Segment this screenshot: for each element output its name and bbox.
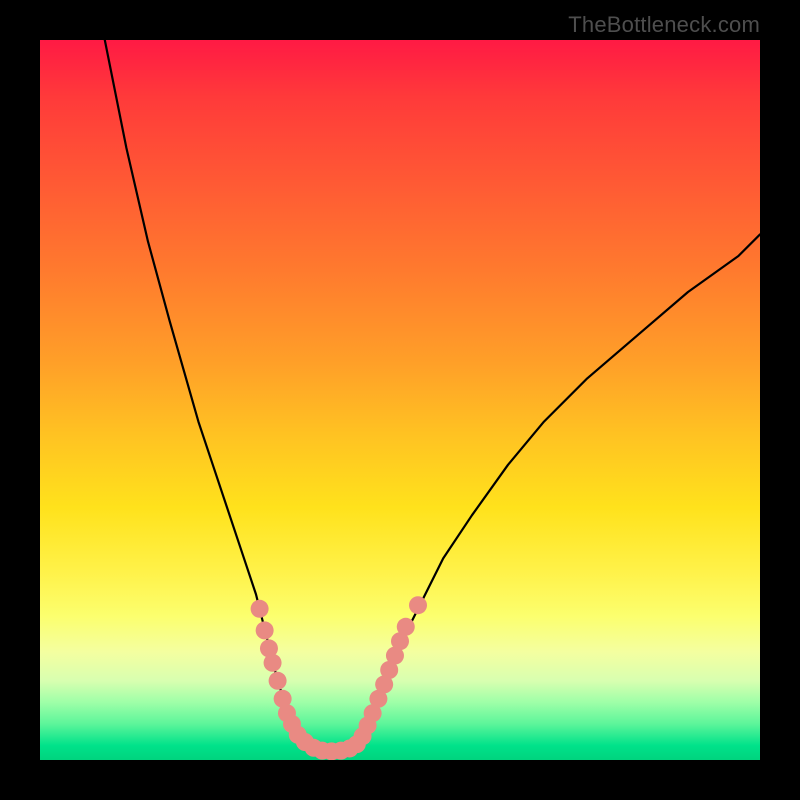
curve-svg [40,40,760,760]
data-marker [256,621,274,639]
data-marker [409,596,427,614]
data-marker [269,672,287,690]
curve-group [105,40,760,751]
data-marker [397,618,415,636]
bottleneck-curve [105,40,760,751]
plot-area [40,40,760,760]
data-marker [251,600,269,618]
chart-frame: TheBottleneck.com [0,0,800,800]
attribution-text: TheBottleneck.com [568,12,760,38]
marker-group [251,596,427,760]
data-marker [264,654,282,672]
